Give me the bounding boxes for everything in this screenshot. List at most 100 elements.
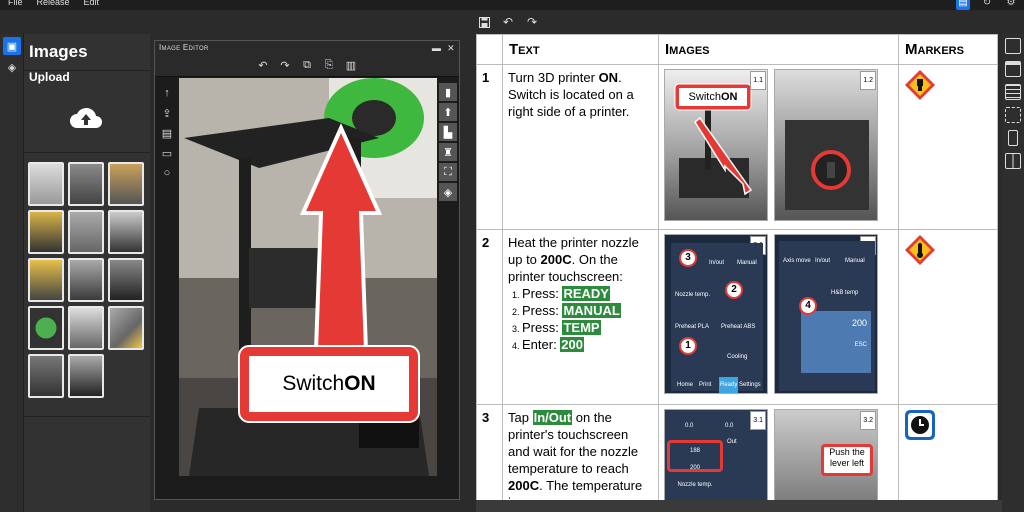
document-toolbar: ↶ ↷ [476,12,540,32]
step-image[interactable]: 1.2 [774,69,878,221]
step-image[interactable]: 3.1 0.0 0.0 Out 188 200 Nozzle temp. [664,409,768,500]
step-images: 3.1 0.0 0.0 Out 188 200 Nozzle temp. 3.2… [658,404,899,500]
cloud-upload-icon[interactable] [68,106,104,130]
crop-icon[interactable]: ⛶ [439,163,457,181]
table-row[interactable]: 3 Tap In/Out on the printer's touchscree… [476,404,998,500]
thumbnail[interactable] [28,162,64,206]
thumbnail[interactable] [28,210,64,254]
editor-toolbar: ↶ ↷ ⧉ ⎘ ▥ [155,55,459,77]
clock-icon [905,410,935,440]
image-tag: 3.2 [860,411,876,430]
split-layout-icon[interactable] [1005,107,1021,123]
document-icon[interactable]: ▙ [439,123,457,141]
stamp-icon[interactable]: ♜ [439,143,457,161]
marker-icon[interactable]: ▮ [439,83,457,101]
image-tag: 1.1 [750,71,766,90]
instruction-document: Text Images Markers 1 Turn 3D printer ON… [476,34,998,500]
menu-bar: File Release Edit ▤ ↻ ⚙ [0,0,1024,10]
step-image[interactable]: 2.2 Axis move In/out Manual H&B temp 200… [774,234,878,394]
substep: Enter: 200 [522,336,653,353]
thumbnail[interactable] [68,258,104,302]
step-images: 2.1 In/out Manual Nozzle temp. Preheat P… [658,229,899,405]
image-editor-window: Image Editor ▬ ✕ ↶ ↷ ⧉ ⎘ ▥ ↑ ⇪ ▤ ▭ ○ ▮ ⬆… [154,40,460,500]
step-text[interactable]: Heat the printer nozzle up to 200C. On t… [502,229,659,405]
page-icon[interactable] [1005,38,1021,54]
rectangle-icon[interactable]: ▭ [159,145,175,161]
step-image[interactable]: 2.1 In/out Manual Nozzle temp. Preheat P… [664,234,768,394]
editor-right-tools: ▮ ⬆ ▙ ♜ ⛶ ◈ [437,81,457,203]
step-image[interactable]: 1.1 Switch ON [664,69,768,221]
copy-icon[interactable]: ⧉ [300,59,314,73]
instruction-table: Text Images Markers 1 Turn 3D printer ON… [476,34,998,500]
gear-icon[interactable]: ⚙ [1004,0,1018,10]
mobile-icon[interactable] [1008,130,1018,146]
layers-icon[interactable]: ◈ [439,183,457,201]
thumbnail[interactable] [108,210,144,254]
touchscreen: In/out Manual Nozzle temp. Preheat PLA P… [671,243,763,393]
menu-release[interactable]: Release [37,0,70,10]
callout-text: Switch ON [688,90,738,103]
step-number: 2 [476,229,503,405]
header-text: Text [502,34,659,65]
undo-icon[interactable]: ↶ [500,14,516,30]
clipboard-icon[interactable]: ▥ [344,59,358,73]
bring-forward-icon[interactable]: ⬆ [439,103,457,121]
redo-icon[interactable]: ↷ [524,14,540,30]
electric-plug-warning-icon [905,70,935,100]
callout-text: Push the lever left [821,444,873,476]
menu-edit[interactable]: Edit [84,0,100,10]
header-images: Images [658,34,899,65]
history-icon[interactable]: ↻ [980,0,994,10]
save-icon[interactable] [476,14,492,30]
substep: Press: READY [522,285,653,302]
thumbnail[interactable] [68,354,104,398]
step-images: 1.1 Switch ON 1.2 [658,64,899,230]
step-image[interactable]: 3.2 Push the lever left [774,409,878,500]
thumbnail[interactable] [108,162,144,206]
image-thumbnails [28,162,148,398]
step-marker [898,229,998,405]
editor-title: Image Editor ▬ ✕ [155,41,459,55]
redo-icon[interactable]: ↷ [278,59,292,73]
thumbnail[interactable] [68,162,104,206]
thumbnail[interactable] [28,306,64,350]
substep: Press: MANUAL [522,302,653,319]
editor-canvas[interactable]: Switch ON [179,78,437,476]
header-layout-icon[interactable] [1005,61,1021,77]
undo-icon[interactable]: ↶ [256,59,270,73]
step-marker [898,404,998,500]
thumbnail[interactable] [28,258,64,302]
shapes-icon[interactable]: ◈ [3,58,21,76]
close-icon[interactable]: ✕ [447,41,455,55]
document-view-icon[interactable]: ▤ [956,0,970,10]
thumbnail[interactable] [108,306,144,350]
paste-icon[interactable]: ⎘ [322,59,336,73]
text-box-icon[interactable]: ▤ [159,125,175,141]
step-text[interactable]: Turn 3D printer ON. Switch is located on… [502,64,659,230]
circle-icon[interactable]: ○ [159,165,175,181]
step-text[interactable]: Tap In/Out on the printer's touchscreen … [502,404,659,500]
thumbnail[interactable] [108,258,144,302]
share-icon[interactable]: ⇪ [159,105,175,121]
images-panel: Images Upload [24,34,150,512]
status-bar [476,500,1002,512]
table-row[interactable]: 1 Turn 3D printer ON. Switch is located … [476,64,998,230]
header-markers: Markers [898,34,998,65]
step-number: 1 [476,64,503,230]
thermometer-warning-icon [905,235,935,265]
minimize-icon[interactable]: ▬ [432,41,441,55]
thumbnail[interactable] [68,210,104,254]
image-tag: 1.2 [860,71,876,90]
arrow-icon[interactable]: ↑ [159,85,175,101]
menu-file[interactable]: File [8,0,23,10]
thumbnail[interactable] [68,306,104,350]
image-tag: 3.1 [750,411,766,430]
table-icon[interactable] [1005,84,1021,100]
images-icon[interactable]: ▣ [3,37,21,55]
editor-title-text: Image Editor [159,43,209,52]
thumbnail[interactable] [28,354,64,398]
substep: Press: TEMP [522,319,653,336]
table-row[interactable]: 2 Heat the printer nozzle up to 200C. On… [476,229,998,405]
step-marker [898,64,998,230]
columns-icon[interactable] [1005,153,1021,169]
